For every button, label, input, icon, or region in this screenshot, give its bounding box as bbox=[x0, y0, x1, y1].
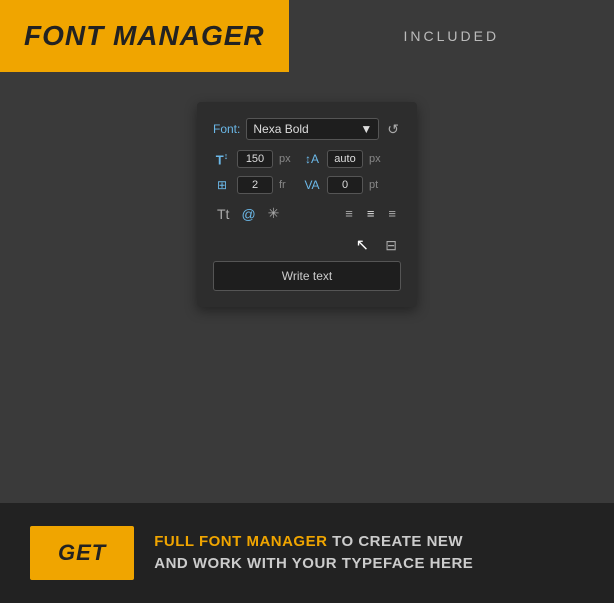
tracking-input[interactable] bbox=[327, 176, 363, 194]
column-input[interactable] bbox=[237, 176, 273, 194]
align-center-button[interactable]: ≡ bbox=[362, 203, 380, 224]
main-container: FONT MANAGER INCLUDED Font: Nexa Bold ▼ … bbox=[0, 0, 614, 603]
app-title: FONT MANAGER bbox=[24, 20, 265, 52]
toolbar-row: Tt @ ✳ ≡ ≡ ≡ bbox=[213, 202, 401, 225]
cursor-row: ⊟ ↖ bbox=[213, 233, 401, 257]
font-row: Font: Nexa Bold ▼ ↺ bbox=[213, 118, 401, 140]
refresh-button[interactable]: ↺ bbox=[385, 119, 401, 140]
content-area: Font: Nexa Bold ▼ ↺ T↕ px ↕A px ⊞ f bbox=[0, 72, 614, 503]
align-right-button[interactable]: ≡ bbox=[383, 203, 401, 224]
columns-icon: ⊞ bbox=[213, 178, 231, 192]
column-unit: fr bbox=[279, 179, 293, 191]
tracking-icon: VA bbox=[303, 178, 321, 192]
header-title-block: FONT MANAGER bbox=[0, 0, 289, 72]
text-transform-button[interactable]: Tt bbox=[213, 203, 233, 225]
dropdown-arrow-icon: ▼ bbox=[360, 122, 372, 136]
description-highlight: FULL FONT MANAGER bbox=[154, 533, 327, 550]
line-height-icon: ↕A bbox=[303, 152, 321, 166]
bottom-description: FULL FONT MANAGER TO CREATE NEWAND WORK … bbox=[154, 531, 473, 576]
font-manager-panel: Font: Nexa Bold ▼ ↺ T↕ px ↕A px ⊞ f bbox=[197, 102, 417, 307]
write-text-button[interactable]: Write text bbox=[213, 261, 401, 291]
font-select-dropdown[interactable]: Nexa Bold ▼ bbox=[246, 118, 379, 140]
tracking-unit: pt bbox=[369, 179, 383, 191]
header: FONT MANAGER INCLUDED bbox=[0, 0, 614, 72]
font-name-display: Nexa Bold bbox=[253, 122, 308, 136]
font-size-unit: px bbox=[279, 153, 293, 165]
font-size-input[interactable] bbox=[237, 150, 273, 168]
extra-options-button[interactable]: ⊟ bbox=[381, 234, 401, 257]
link-button[interactable]: @ bbox=[237, 203, 259, 225]
line-height-unit: px bbox=[369, 153, 383, 165]
column-row: ⊞ fr VA pt bbox=[213, 176, 401, 194]
badge-label: INCLUDED bbox=[404, 28, 500, 44]
header-badge: INCLUDED bbox=[289, 0, 614, 72]
asterisk-button[interactable]: ✳ bbox=[264, 202, 284, 225]
align-left-button[interactable]: ≡ bbox=[340, 203, 358, 224]
size-row: T↕ px ↕A px bbox=[213, 150, 401, 168]
font-size-icon: T↕ bbox=[213, 151, 231, 167]
line-height-input[interactable] bbox=[327, 150, 363, 168]
font-label: Font: bbox=[213, 122, 240, 136]
cursor-pointer-icon: ↖ bbox=[356, 235, 369, 255]
bottom-section: GET FULL FONT MANAGER TO CREATE NEWAND W… bbox=[0, 503, 614, 603]
get-button[interactable]: GET bbox=[30, 526, 134, 580]
